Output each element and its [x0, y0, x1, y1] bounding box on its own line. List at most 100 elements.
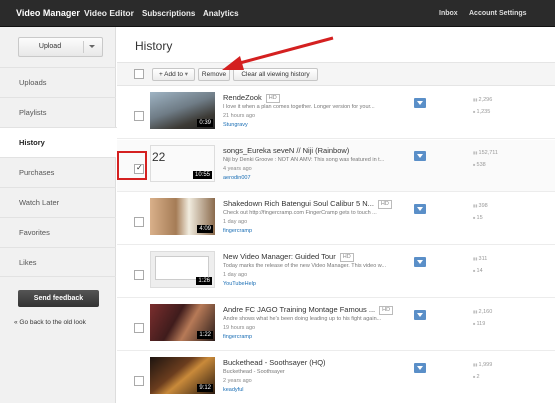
chevron-down-icon: ▾	[184, 71, 189, 78]
add-to-button[interactable]: + Add to ▾	[152, 68, 195, 81]
video-age: 1 day ago	[223, 219, 248, 225]
video-thumbnail[interactable]: 9:12	[150, 357, 215, 394]
channel-link[interactable]: YouTubeHelp	[223, 281, 256, 287]
view-count: 311	[473, 256, 488, 262]
download-icon[interactable]	[414, 257, 426, 267]
video-thumbnail[interactable]: 4:09	[150, 198, 215, 235]
main-content: History + Add to ▾ Remove Clear all view…	[117, 27, 555, 403]
video-age: 1 day ago	[223, 272, 248, 278]
sidebar-item-history[interactable]: History	[0, 127, 117, 157]
row-checkbox[interactable]	[134, 217, 144, 227]
video-title[interactable]: Shakedown Rich Batengui Soul Calibur 5 N…	[223, 199, 392, 209]
video-description: Check out http://fingercramp.com FingerC…	[223, 210, 377, 216]
page-title: History	[135, 39, 173, 53]
video-row[interactable]: 1:26 New Video Manager: Guided Tour HD To…	[117, 246, 555, 298]
like-count: 15	[473, 215, 483, 221]
remove-button[interactable]: Remove	[198, 68, 230, 81]
video-title[interactable]: RendeZook HD	[223, 93, 280, 103]
sidebar-item-watch-later[interactable]: Watch Later	[0, 187, 116, 217]
video-description: Buckethead - Soothsayer	[223, 369, 285, 375]
sidebar: Upload Uploads Playlists History Purchas…	[0, 27, 117, 403]
video-row[interactable]: 9:12 Buckethead - Soothsayer (HQ) Bucket…	[117, 352, 555, 403]
video-description: Niji by Denki Groove : NOT AN AMV: This …	[223, 157, 385, 163]
video-description: I love it when a plan comes together. Lo…	[223, 104, 375, 110]
sidebar-item-uploads[interactable]: Uploads	[0, 67, 116, 97]
video-title[interactable]: Buckethead - Soothsayer (HQ)	[223, 358, 326, 367]
duration-badge: 10:55	[192, 171, 212, 179]
view-count: 398	[473, 203, 488, 209]
video-title-text: Andre FC JAGO Training Montage Famous ..…	[223, 305, 376, 314]
upload-button-divider	[83, 41, 84, 53]
clear-history-button[interactable]: Clear all viewing history	[233, 68, 318, 81]
row-checkbox[interactable]: ✓	[134, 163, 144, 174]
hd-badge: HD	[379, 305, 394, 315]
sidebar-item-purchases[interactable]: Purchases	[0, 157, 116, 187]
upload-button-label: Upload	[38, 43, 62, 50]
video-row[interactable]: 1:22 Andre FC JAGO Training Montage Famo…	[117, 299, 555, 351]
view-count: 152,711	[473, 150, 498, 156]
video-row[interactable]: 4:09 Shakedown Rich Batengui Soul Calibu…	[117, 193, 555, 245]
video-title[interactable]: Andre FC JAGO Training Montage Famous ..…	[223, 305, 394, 315]
old-look-link[interactable]: « Go back to the old look	[14, 319, 86, 326]
video-row[interactable]: ✓ 22 10:55 songs_Eureka seveN // Niji (R…	[117, 140, 555, 192]
channel-link[interactable]: Stungravy	[223, 122, 248, 128]
nav-account-settings[interactable]: Account Settings	[469, 0, 527, 27]
video-title-text: RendeZook	[223, 93, 262, 102]
video-title[interactable]: New Video Manager: Guided Tour HD	[223, 252, 354, 262]
sidebar-item-playlists[interactable]: Playlists	[0, 97, 116, 127]
video-age: 19 hours ago	[223, 325, 256, 331]
video-age: 2 years ago	[223, 378, 252, 384]
hd-badge: HD	[377, 199, 392, 209]
row-checkbox[interactable]	[134, 376, 144, 386]
sidebar-item-likes[interactable]: Likes	[0, 247, 116, 277]
sidebar-item-favorites[interactable]: Favorites	[0, 217, 116, 247]
row-checkbox[interactable]	[134, 323, 144, 333]
download-icon[interactable]	[414, 98, 426, 108]
video-description: Andre shows what he's been doing leading…	[223, 316, 382, 322]
video-thumbnail[interactable]: 1:26	[150, 251, 215, 288]
video-title-text: Shakedown Rich Batengui Soul Calibur 5 N…	[223, 199, 374, 208]
video-age: 21 hours ago	[223, 113, 256, 119]
nav-analytics[interactable]: Analytics	[203, 0, 239, 27]
channel-link[interactable]: fingercramp	[223, 334, 252, 340]
video-title-text: New Video Manager: Guided Tour	[223, 252, 336, 261]
view-count: 1,999	[473, 362, 493, 368]
video-thumbnail[interactable]: 1:22	[150, 304, 215, 341]
check-icon: ✓	[136, 163, 143, 172]
row-checkbox[interactable]	[134, 111, 144, 121]
like-count: 1,235	[473, 109, 491, 115]
video-thumbnail[interactable]: 0:39	[150, 92, 215, 129]
top-nav-bar: Video Manager Video Editor Subscriptions…	[0, 0, 555, 27]
hd-badge: HD	[339, 252, 354, 262]
nav-video-editor[interactable]: Video Editor	[84, 0, 134, 27]
channel-link[interactable]: fingercramp	[223, 228, 252, 234]
hd-badge: HD	[265, 93, 280, 103]
like-count: 2	[473, 374, 480, 380]
video-description: Today marks the release of the new Video…	[223, 263, 387, 269]
channel-link[interactable]: aerodin007	[223, 175, 251, 181]
video-title[interactable]: songs_Eureka seveN // Niji (Rainbow)	[223, 146, 349, 155]
row-checkbox[interactable]	[134, 270, 144, 280]
add-to-label: + Add to	[158, 71, 183, 78]
duration-badge: 0:39	[197, 119, 213, 127]
download-icon[interactable]	[414, 204, 426, 214]
like-count: 119	[473, 321, 486, 327]
select-all-checkbox[interactable]	[134, 69, 144, 79]
channel-link[interactable]: keadyful	[223, 387, 244, 393]
history-toolbar: + Add to ▾ Remove Clear all viewing hist…	[117, 62, 555, 86]
download-icon[interactable]	[414, 151, 426, 161]
nav-inbox[interactable]: Inbox	[439, 0, 458, 27]
duration-badge: 9:12	[197, 384, 213, 392]
video-row[interactable]: 0:39 RendeZook HD I love it when a plan c…	[117, 87, 555, 139]
video-age: 4 years ago	[223, 166, 252, 172]
video-thumbnail[interactable]: 22 10:55	[150, 145, 215, 182]
view-count: 2,160	[473, 309, 493, 315]
send-feedback-button[interactable]: Send feedback	[18, 290, 99, 307]
upload-button[interactable]: Upload	[18, 37, 103, 57]
chevron-down-icon[interactable]	[89, 45, 95, 48]
like-count: 538	[473, 162, 486, 168]
nav-video-manager[interactable]: Video Manager	[16, 0, 80, 27]
nav-subscriptions[interactable]: Subscriptions	[142, 0, 195, 27]
download-icon[interactable]	[414, 310, 426, 320]
download-icon[interactable]	[414, 363, 426, 373]
